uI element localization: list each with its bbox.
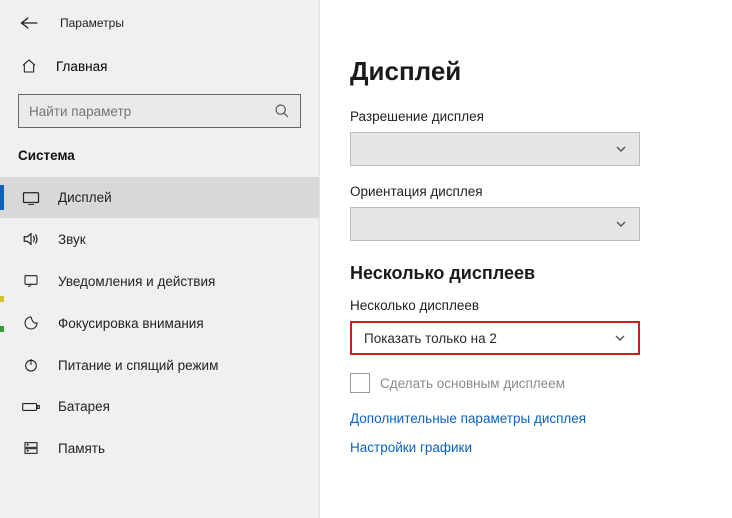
sidebar-item-display[interactable]: Дисплей (0, 177, 319, 218)
sidebar-item-label: Питание и спящий режим (58, 358, 218, 373)
search-icon (274, 103, 290, 119)
display-icon (22, 191, 40, 205)
resolution-dropdown[interactable] (350, 132, 640, 166)
multiple-displays-value: Показать только на 2 (364, 331, 497, 346)
app-title: Параметры (60, 16, 124, 30)
sidebar: Параметры Главная Система Дисплей Звук (0, 0, 320, 518)
sidebar-item-label: Дисплей (58, 190, 112, 205)
search-box[interactable] (18, 94, 301, 128)
sidebar-item-battery[interactable]: Батарея (0, 386, 319, 427)
home-row[interactable]: Главная (0, 48, 319, 84)
storage-icon (22, 440, 40, 456)
battery-icon (22, 401, 40, 413)
search-wrap (0, 84, 319, 146)
section-label: Система (0, 146, 319, 177)
sidebar-item-label: Память (58, 441, 105, 456)
orientation-label: Ориентация дисплея (350, 184, 702, 199)
orientation-dropdown[interactable] (350, 207, 640, 241)
back-icon[interactable] (20, 16, 38, 30)
sidebar-item-notifications[interactable]: Уведомления и действия (0, 260, 319, 302)
page-title: Дисплей (350, 56, 702, 87)
power-icon (22, 357, 40, 373)
chevron-down-icon (615, 218, 627, 230)
sidebar-item-focus[interactable]: Фокусировка внимания (0, 302, 319, 344)
sidebar-item-label: Батарея (58, 399, 110, 414)
sidebar-item-label: Уведомления и действия (58, 274, 215, 289)
sidebar-item-sound[interactable]: Звук (0, 218, 319, 260)
make-main-display-label: Сделать основным дисплеем (380, 376, 565, 391)
focus-icon (22, 315, 40, 331)
sidebar-item-label: Фокусировка внимания (58, 316, 204, 331)
sound-icon (22, 231, 40, 247)
header-bar: Параметры (0, 12, 319, 48)
search-input[interactable] (29, 104, 274, 119)
multiple-displays-label: Несколько дисплеев (350, 298, 702, 313)
make-main-display-row: Сделать основным дисплеем (350, 373, 702, 393)
resolution-label: Разрешение дисплея (350, 109, 702, 124)
sidebar-item-label: Звук (58, 232, 86, 247)
multiple-displays-dropdown[interactable]: Показать только на 2 (350, 321, 640, 355)
chevron-down-icon (614, 332, 626, 344)
multiple-displays-heading: Несколько дисплеев (350, 263, 702, 284)
chevron-down-icon (615, 143, 627, 155)
main-panel: Дисплей Разрешение дисплея Ориентация ди… (320, 0, 732, 518)
graphics-settings-link[interactable]: Настройки графики (350, 440, 702, 455)
sidebar-item-storage[interactable]: Память (0, 427, 319, 469)
make-main-display-checkbox[interactable] (350, 373, 370, 393)
sidebar-item-power[interactable]: Питание и спящий режим (0, 344, 319, 386)
home-label: Главная (56, 59, 107, 74)
advanced-display-link[interactable]: Дополнительные параметры дисплея (350, 411, 702, 426)
notifications-icon (22, 273, 40, 289)
home-icon (20, 58, 38, 74)
